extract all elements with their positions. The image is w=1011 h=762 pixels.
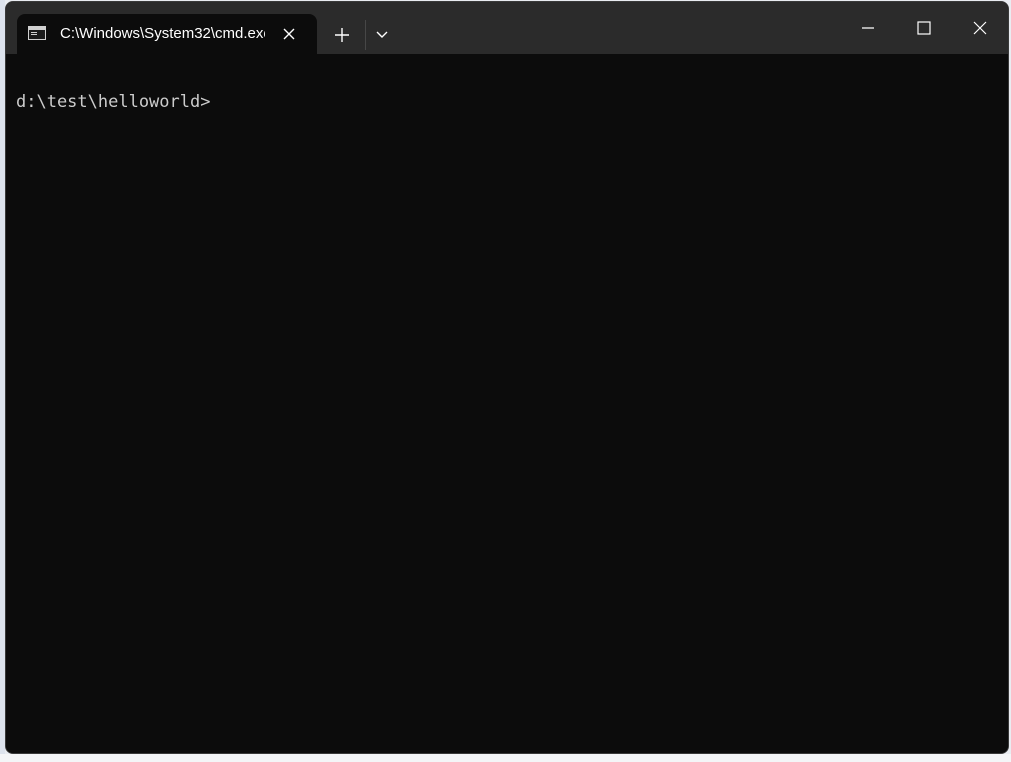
minimize-icon[interactable] [840, 2, 896, 54]
desktop-background-bottom [0, 754, 1011, 762]
close-icon[interactable] [277, 22, 301, 46]
maximize-icon[interactable] [896, 2, 952, 54]
command-prompt-line: d:\test\helloworld> [16, 92, 211, 112]
tab-title: C:\Windows\System32\cmd.exe [60, 25, 265, 42]
close-icon[interactable] [952, 2, 1008, 54]
terminal-window: C:\Windows\System32\cmd.exe d:\test\hell… [5, 1, 1009, 754]
tab-cmd[interactable]: C:\Windows\System32\cmd.exe [17, 14, 317, 54]
chevron-down-icon[interactable] [368, 20, 396, 50]
command-prompt-icon [28, 26, 46, 40]
tab-separator [365, 20, 366, 50]
title-bar[interactable]: C:\Windows\System32\cmd.exe [6, 2, 1008, 54]
plus-icon[interactable] [327, 20, 357, 50]
terminal-output[interactable]: d:\test\helloworld> [6, 54, 1008, 753]
